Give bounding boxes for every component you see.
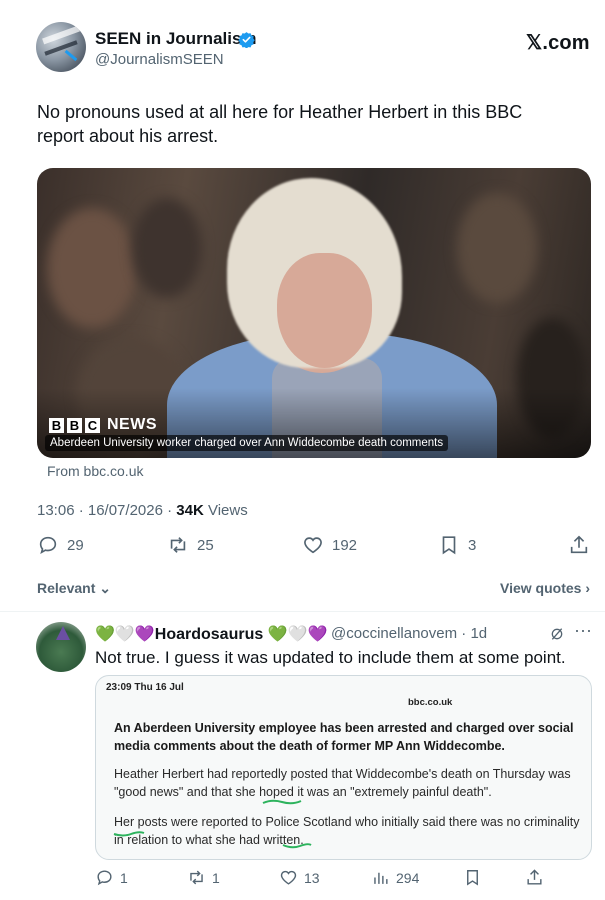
reply-repost-count: 1 — [212, 869, 220, 886]
divider — [0, 611, 605, 612]
reply-like-count: 13 — [304, 869, 320, 886]
more-options-icon[interactable]: ··· — [574, 620, 592, 641]
screenshot-status-bar: 23:09 Thu 16 Jul — [106, 682, 184, 693]
reply-share-button[interactable] — [525, 868, 544, 887]
views-label: Views — [203, 502, 248, 519]
underline-mark — [282, 843, 312, 849]
verified-badge-icon — [238, 32, 255, 48]
like-button[interactable]: 192 — [302, 534, 357, 556]
reply-count: 29 — [67, 536, 84, 554]
link-card-image[interactable]: B B C NEWS Aberdeen University worker ch… — [37, 168, 591, 458]
bookmark-icon — [467, 870, 478, 886]
reply-icon — [97, 870, 112, 886]
reply-views-button[interactable]: 294 — [371, 868, 419, 887]
heart-icon — [280, 870, 297, 885]
tweet-text: No pronouns used at all here for Heather… — [37, 102, 523, 146]
sort-dropdown[interactable]: Relevant ⌄ — [37, 580, 111, 597]
reply-avatar[interactable] — [36, 622, 86, 672]
heart-icon — [304, 537, 322, 554]
views-count: 34K — [176, 502, 204, 519]
reply-icon — [39, 536, 57, 555]
reply-like-button[interactable]: 13 — [279, 868, 320, 887]
author-name[interactable]: SEEN in Journalism — [95, 29, 257, 49]
repost-icon — [190, 870, 203, 885]
reply-author-handle[interactable]: @coccinellanovem · 1d — [331, 625, 487, 642]
screenshot-headline: An Aberdeen University employee has been… — [114, 721, 574, 753]
bookmark-button[interactable]: 3 — [438, 534, 476, 556]
reply-text: Not true. I guess it was updated to incl… — [95, 648, 566, 667]
screenshot-paragraph-2: Her posts were reported to Police Scotla… — [114, 815, 580, 847]
underline-mark — [262, 799, 302, 805]
repost-count: 25 — [197, 536, 214, 554]
repost-button[interactable]: 25 — [167, 534, 214, 556]
reply-reply-count: 1 — [120, 869, 128, 886]
reply-button[interactable]: 29 — [37, 534, 84, 556]
share-button[interactable] — [568, 534, 590, 556]
screenshot-url: bbc.co.uk — [408, 697, 453, 708]
like-count: 192 — [332, 536, 358, 554]
grok-icon[interactable] — [549, 626, 565, 642]
view-quotes-link[interactable]: View quotes › — [500, 580, 590, 596]
underline-mark — [113, 831, 145, 837]
x-logo: 𝕏.com — [526, 32, 590, 54]
link-card-title: Aberdeen University worker charged over … — [45, 435, 449, 451]
reply-attached-image[interactable]: 23:09 Thu 16 Jul bbc.co.uk An Aberdeen U… — [95, 675, 592, 860]
tweet-timestamp[interactable]: 13:06 · 16/07/2026 · — [37, 502, 176, 519]
author-avatar[interactable] — [36, 22, 86, 72]
reply-action-bar: 1 1 13 294 — [95, 868, 590, 892]
repost-icon — [170, 537, 186, 553]
views-chart-icon — [374, 872, 388, 884]
reply-reply-button[interactable]: 1 — [95, 868, 128, 887]
tweet-action-bar: 29 25 192 3 — [37, 534, 591, 560]
reply-repost-button[interactable]: 1 — [187, 868, 220, 887]
reply-views-count: 294 — [396, 869, 420, 886]
tweet-meta: 13:06 · 16/07/2026 · 34K Views — [37, 502, 248, 519]
screenshot-paragraph-1: Heather Herbert had reportedly posted th… — [114, 767, 571, 799]
bbc-news-logo: B B C NEWS — [49, 416, 157, 434]
reply-bookmark-button[interactable] — [463, 868, 482, 887]
bookmark-count: 3 — [468, 536, 477, 554]
bookmark-icon — [442, 536, 456, 555]
share-icon — [570, 535, 588, 554]
link-source[interactable]: From bbc.co.uk — [47, 463, 143, 479]
reply-author-name[interactable]: 💚🤍💜Hoardosaurus 💚🤍💜 — [95, 624, 327, 644]
share-icon — [527, 869, 542, 885]
author-handle[interactable]: @JournalismSEEN — [95, 51, 224, 68]
